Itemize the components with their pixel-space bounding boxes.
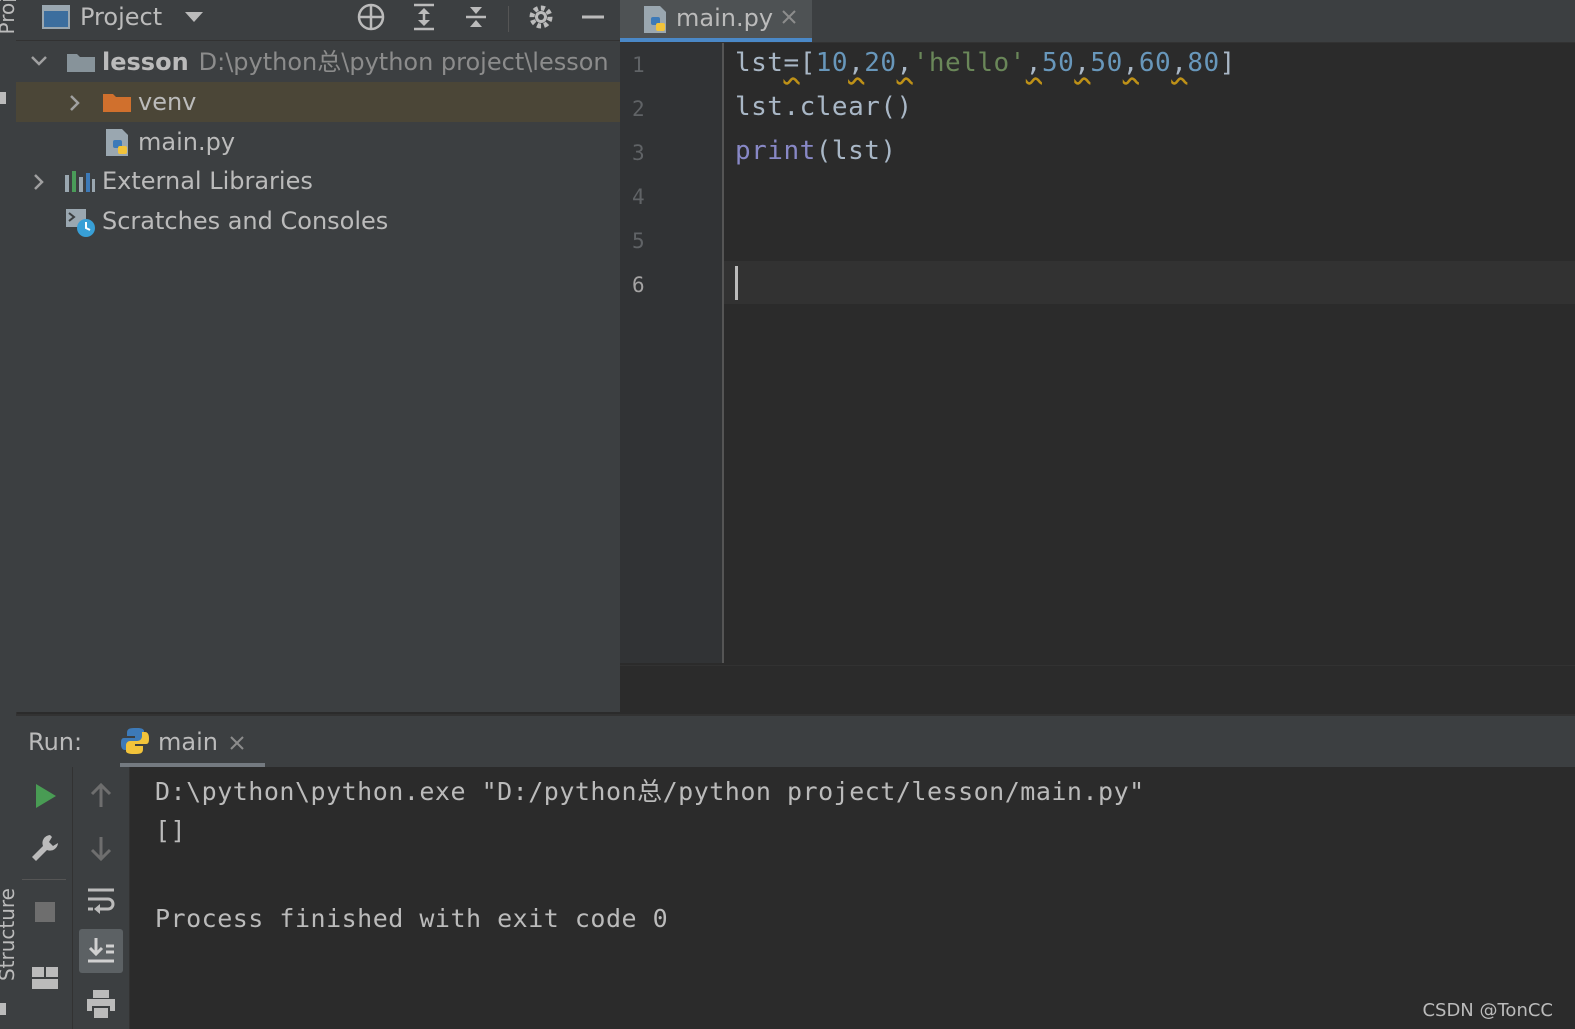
run-toolbar-secondary [73,767,130,1029]
code-comma: , [848,48,865,78]
code-comma: , [1171,48,1188,78]
code-comma: , [896,48,913,78]
folder-excluded-icon [103,94,131,112]
header-divider [508,6,509,32]
run-tab-label: main [158,728,218,756]
code-number: 50 [1090,48,1123,78]
text-caret [735,266,738,300]
code-number: 10 [815,48,849,78]
line-number: 1 [632,53,645,77]
tree-item-main-py[interactable]: main.py [16,122,620,162]
arrow-up-icon[interactable] [84,779,118,813]
project-view-selector[interactable]: Project [80,0,162,34]
console-command-line: D:\python\python.exe "D:/python总/python … [155,777,1145,806]
tree-label-main-py: main.py [138,128,236,156]
line-number: 4 [632,185,645,209]
print-icon[interactable] [84,987,118,1021]
soft-wrap-icon[interactable] [84,883,118,917]
python-icon [121,728,149,754]
collapse-all-icon[interactable] [461,2,491,32]
tree-label-lesson: lesson [102,48,189,76]
chevron-right-icon[interactable] [32,173,46,191]
chevron-down-icon[interactable] [184,10,204,24]
code-comma: , [1074,48,1091,78]
code-line-2[interactable]: lst.clear() [735,92,913,122]
project-view-icon [42,5,70,29]
current-line-highlight [724,261,1575,304]
python-file-icon [644,6,666,33]
console-output-line: [] [155,816,187,845]
tree-label-venv: venv [138,88,197,116]
code-builtin: print [735,136,816,166]
chevron-right-icon[interactable] [68,94,82,112]
watermark: CSDN @TonCC [1422,1000,1553,1021]
chevron-down-icon[interactable] [30,54,48,68]
layout-icon[interactable] [28,961,62,995]
locate-target-icon[interactable] [356,2,386,32]
run-label: Run: [28,728,83,756]
stop-icon[interactable] [28,895,62,929]
run-panel-header: Run: main [16,714,1575,769]
tree-item-lesson[interactable]: lesson D:\python总\python project\lesson [16,42,620,82]
strip-indicator [0,1003,6,1015]
tab-main-py[interactable]: main.py [620,0,812,42]
code-string: 'hello' [912,48,1026,78]
line-number-gutter: 1 2 3 4 5 6 [620,43,724,663]
line-number: 5 [632,229,645,253]
tree-label-scratches: Scratches and Consoles [102,207,389,235]
scroll-to-end-toggle[interactable] [79,929,123,973]
code-args: (lst) [815,136,897,166]
code-bracket: ] [1219,48,1236,78]
minimize-icon[interactable] [578,2,608,32]
close-icon[interactable] [228,734,246,752]
line-number-current: 6 [632,273,645,297]
editor-tab-bar: main.py [620,0,1575,43]
tree-item-external-libraries[interactable]: External Libraries [16,161,620,201]
strip-indicator [0,92,6,104]
project-panel: Project lesson D:\python总\python project… [16,0,620,712]
toolbar-divider [22,879,66,880]
tree-item-venv[interactable]: venv [16,82,620,122]
line-number: 3 [632,141,645,165]
close-icon[interactable] [780,8,798,26]
tree-label-external-libraries: External Libraries [102,167,313,195]
code-line-1[interactable]: lst=[10,20,'hello',50,50,60,80] [735,48,1236,78]
folder-icon [67,54,95,72]
run-toolbar-primary [16,767,73,1029]
libraries-icon [65,171,95,192]
run-tab-main[interactable]: main [120,716,265,768]
active-tab-indicator [620,38,812,42]
tree-item-scratches[interactable]: Scratches and Consoles [16,201,620,241]
arrow-down-icon[interactable] [84,831,118,865]
editor-bottom-area [620,665,1575,713]
code-comma: , [1122,48,1139,78]
gear-icon[interactable] [526,2,556,32]
left-tool-strip: Project Structure [0,0,19,1029]
code-number: 60 [1138,48,1172,78]
code-line-3[interactable]: print(lst) [735,136,897,166]
line-number: 2 [632,97,645,121]
wrench-icon[interactable] [28,831,62,865]
code-bracket: [ [799,48,816,78]
run-icon[interactable] [28,779,62,813]
code-number: 80 [1187,48,1220,78]
python-file-icon [106,129,128,156]
code-number: 20 [864,48,897,78]
tab-label: main.py [676,4,774,32]
console-exit-line: Process finished with exit code 0 [155,904,669,933]
code-identifier: lst [735,48,784,78]
code-comma: , [1025,48,1042,78]
project-panel-header: Project [16,0,620,41]
tree-path-lesson: D:\python总\python project\lesson [198,48,609,76]
scratches-icon [66,209,95,237]
code-number: 50 [1041,48,1075,78]
code-operator: = [783,48,800,78]
expand-all-icon[interactable] [409,2,439,32]
scroll-to-end-icon [88,938,114,963]
